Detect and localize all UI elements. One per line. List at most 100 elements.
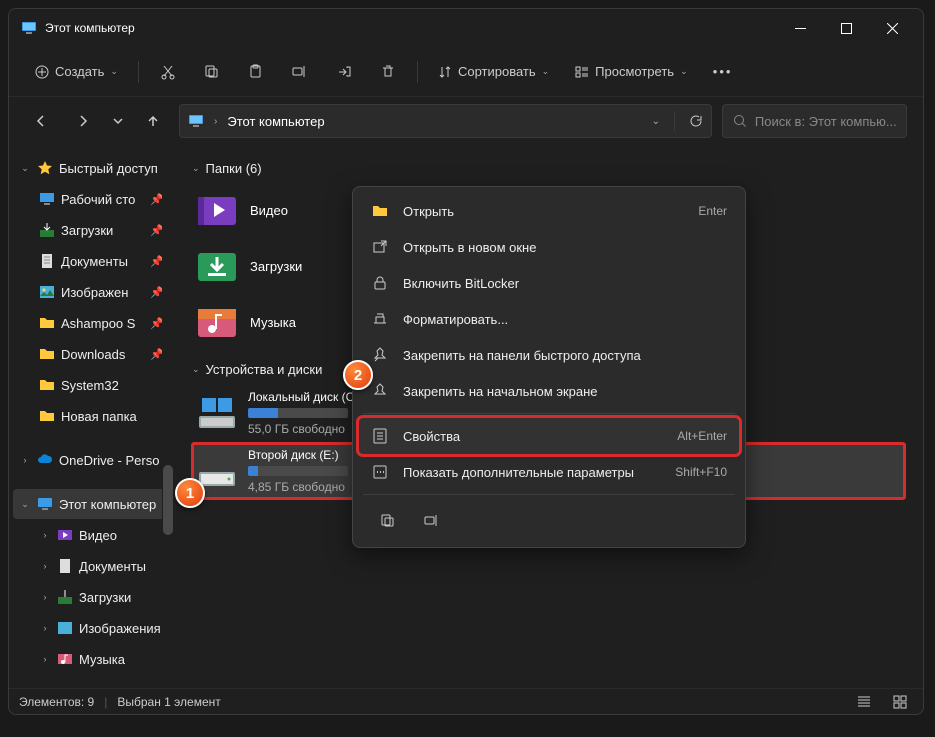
document-icon bbox=[57, 558, 73, 574]
address-bar[interactable]: › Этот компьютер ⌄ bbox=[179, 104, 712, 138]
icons-view-button[interactable] bbox=[887, 692, 913, 712]
video-icon bbox=[57, 527, 73, 543]
menu-item-bitlocker[interactable]: Включить BitLocker bbox=[359, 265, 739, 301]
paste-button[interactable] bbox=[237, 55, 275, 89]
menu-item-open-new[interactable]: Открыть в новом окне bbox=[359, 229, 739, 265]
sidebar-item-downloads[interactable]: Загрузки📌 bbox=[13, 215, 170, 245]
menu-item-format[interactable]: Форматировать... bbox=[359, 301, 739, 337]
forward-button[interactable] bbox=[67, 105, 99, 137]
sidebar-pc-video[interactable]: ›Видео bbox=[13, 520, 170, 550]
folders-group-header[interactable]: ⌄Папки (6) bbox=[192, 161, 905, 176]
copy-icon bbox=[204, 64, 219, 79]
lock-icon bbox=[371, 275, 389, 291]
status-selected: Выбран 1 элемент bbox=[117, 695, 220, 709]
sidebar-pc-docs[interactable]: ›Документы bbox=[13, 551, 170, 581]
sidebar-item-documents[interactable]: Документы📌 bbox=[13, 246, 170, 276]
delete-button[interactable] bbox=[369, 55, 407, 89]
sidebar-onedrive[interactable]: ›OneDrive - Perso bbox=[13, 445, 170, 475]
new-button[interactable]: Создать ⌄ bbox=[25, 55, 128, 89]
menu-rename-button[interactable] bbox=[413, 505, 449, 535]
up-button[interactable] bbox=[137, 105, 169, 137]
more-icon bbox=[371, 464, 389, 480]
window-controls bbox=[777, 9, 915, 47]
chevron-right-icon: › bbox=[39, 654, 51, 664]
sidebar-pc-pictures[interactable]: ›Изображения bbox=[13, 613, 170, 643]
close-button[interactable] bbox=[869, 9, 915, 47]
this-pc-icon bbox=[188, 113, 204, 129]
chevron-down-icon: ⌄ bbox=[110, 66, 118, 77]
minimize-button[interactable] bbox=[777, 9, 823, 47]
new-window-icon bbox=[371, 239, 389, 255]
trash-icon bbox=[381, 64, 395, 79]
search-placeholder: Поиск в: Этот компью... bbox=[755, 114, 896, 129]
copy-button[interactable] bbox=[193, 55, 231, 89]
view-button[interactable]: Просмотреть ⌄ bbox=[565, 55, 697, 89]
ellipsis-icon: ••• bbox=[713, 64, 733, 79]
refresh-button[interactable] bbox=[689, 114, 703, 128]
menu-item-more-options[interactable]: Показать дополнительные параметрыShift+F… bbox=[359, 454, 739, 490]
back-button[interactable] bbox=[25, 105, 57, 137]
drive-free: 4,85 ГБ свободно bbox=[248, 480, 348, 494]
sidebar-pc-music[interactable]: ›Музыка bbox=[13, 644, 170, 674]
sidebar-item-downloads2[interactable]: Downloads📌 bbox=[13, 339, 170, 369]
drive-free: 55,0 ГБ свободно bbox=[248, 422, 354, 436]
sort-button[interactable]: Сортировать ⌄ bbox=[428, 55, 559, 89]
chevron-down-icon[interactable]: ⌄ bbox=[652, 116, 660, 127]
more-button[interactable]: ••• bbox=[704, 55, 742, 89]
this-pc-icon bbox=[37, 496, 53, 512]
chevron-right-icon: › bbox=[39, 592, 51, 602]
sidebar-quick-access[interactable]: ⌄ Быстрый доступ bbox=[13, 153, 170, 183]
this-pc-icon bbox=[21, 20, 37, 36]
paste-icon bbox=[248, 64, 263, 79]
drive-name: Локальный диск (С bbox=[248, 390, 354, 404]
folder-icon bbox=[39, 346, 55, 362]
cut-button[interactable] bbox=[149, 55, 187, 89]
sidebar-item-newfolder[interactable]: Новая папка bbox=[13, 401, 170, 431]
chevron-down-icon: ⌄ bbox=[680, 66, 688, 77]
chevron-down-icon: ⌄ bbox=[192, 163, 200, 174]
chevron-down-icon: ⌄ bbox=[19, 163, 31, 174]
recent-button[interactable] bbox=[109, 105, 127, 137]
context-menu: ОткрытьEnter Открыть в новом окне Включи… bbox=[352, 186, 746, 548]
toolbar: Создать ⌄ Сортировать ⌄ Просмотреть ⌄ ••… bbox=[9, 47, 923, 97]
menu-item-properties[interactable]: СвойстваAlt+Enter bbox=[359, 418, 739, 454]
sidebar-item-desktop[interactable]: Рабочий сто📌 bbox=[13, 184, 170, 214]
share-button[interactable] bbox=[325, 55, 363, 89]
menu-item-pin-quick[interactable]: Закрепить на панели быстрого доступа bbox=[359, 337, 739, 373]
menu-copy-button[interactable] bbox=[369, 505, 405, 535]
drive-usage-bar bbox=[248, 466, 348, 476]
sidebar-item-pictures[interactable]: Изображен📌 bbox=[13, 277, 170, 307]
maximize-button[interactable] bbox=[823, 9, 869, 47]
window-title: Этот компьютер bbox=[45, 21, 777, 35]
details-view-button[interactable] bbox=[851, 692, 877, 712]
titlebar: Этот компьютер bbox=[9, 9, 923, 47]
scroll-thumb[interactable] bbox=[163, 465, 173, 535]
menu-item-open[interactable]: ОткрытьEnter bbox=[359, 193, 739, 229]
rename-button[interactable] bbox=[281, 55, 319, 89]
sidebar-item-system32[interactable]: System32 bbox=[13, 370, 170, 400]
menu-item-pin-start[interactable]: Закрепить на начальном экране bbox=[359, 373, 739, 409]
search-box[interactable]: Поиск в: Этот компью... bbox=[722, 104, 907, 138]
chevron-down-icon: ⌄ bbox=[19, 499, 31, 510]
annotation-badge-2: 2 bbox=[343, 360, 373, 390]
picture-icon bbox=[39, 284, 55, 300]
cloud-icon bbox=[37, 452, 53, 468]
menu-action-row bbox=[359, 499, 739, 541]
desktop-icon bbox=[39, 191, 55, 207]
sidebar-scrollbar[interactable] bbox=[162, 145, 174, 688]
breadcrumb[interactable]: Этот компьютер bbox=[227, 114, 324, 129]
status-bar: Элементов: 9 | Выбран 1 элемент bbox=[9, 688, 923, 714]
picture-icon bbox=[57, 620, 73, 636]
download-icon bbox=[39, 222, 55, 238]
chevron-down-icon: ⌄ bbox=[542, 66, 550, 77]
sidebar-pc-downloads[interactable]: ›Загрузки bbox=[13, 582, 170, 612]
annotation-badge-1: 1 bbox=[175, 478, 205, 508]
chevron-right-icon: › bbox=[39, 623, 51, 633]
sidebar-item-ashampoo[interactable]: Ashampoo S📌 bbox=[13, 308, 170, 338]
chevron-right-icon: › bbox=[19, 455, 31, 465]
os-drive-icon bbox=[196, 392, 238, 434]
menu-separator bbox=[363, 413, 735, 414]
star-icon bbox=[37, 160, 53, 176]
sidebar-this-pc[interactable]: ⌄Этот компьютер bbox=[13, 489, 170, 519]
status-count: Элементов: 9 bbox=[19, 695, 94, 709]
